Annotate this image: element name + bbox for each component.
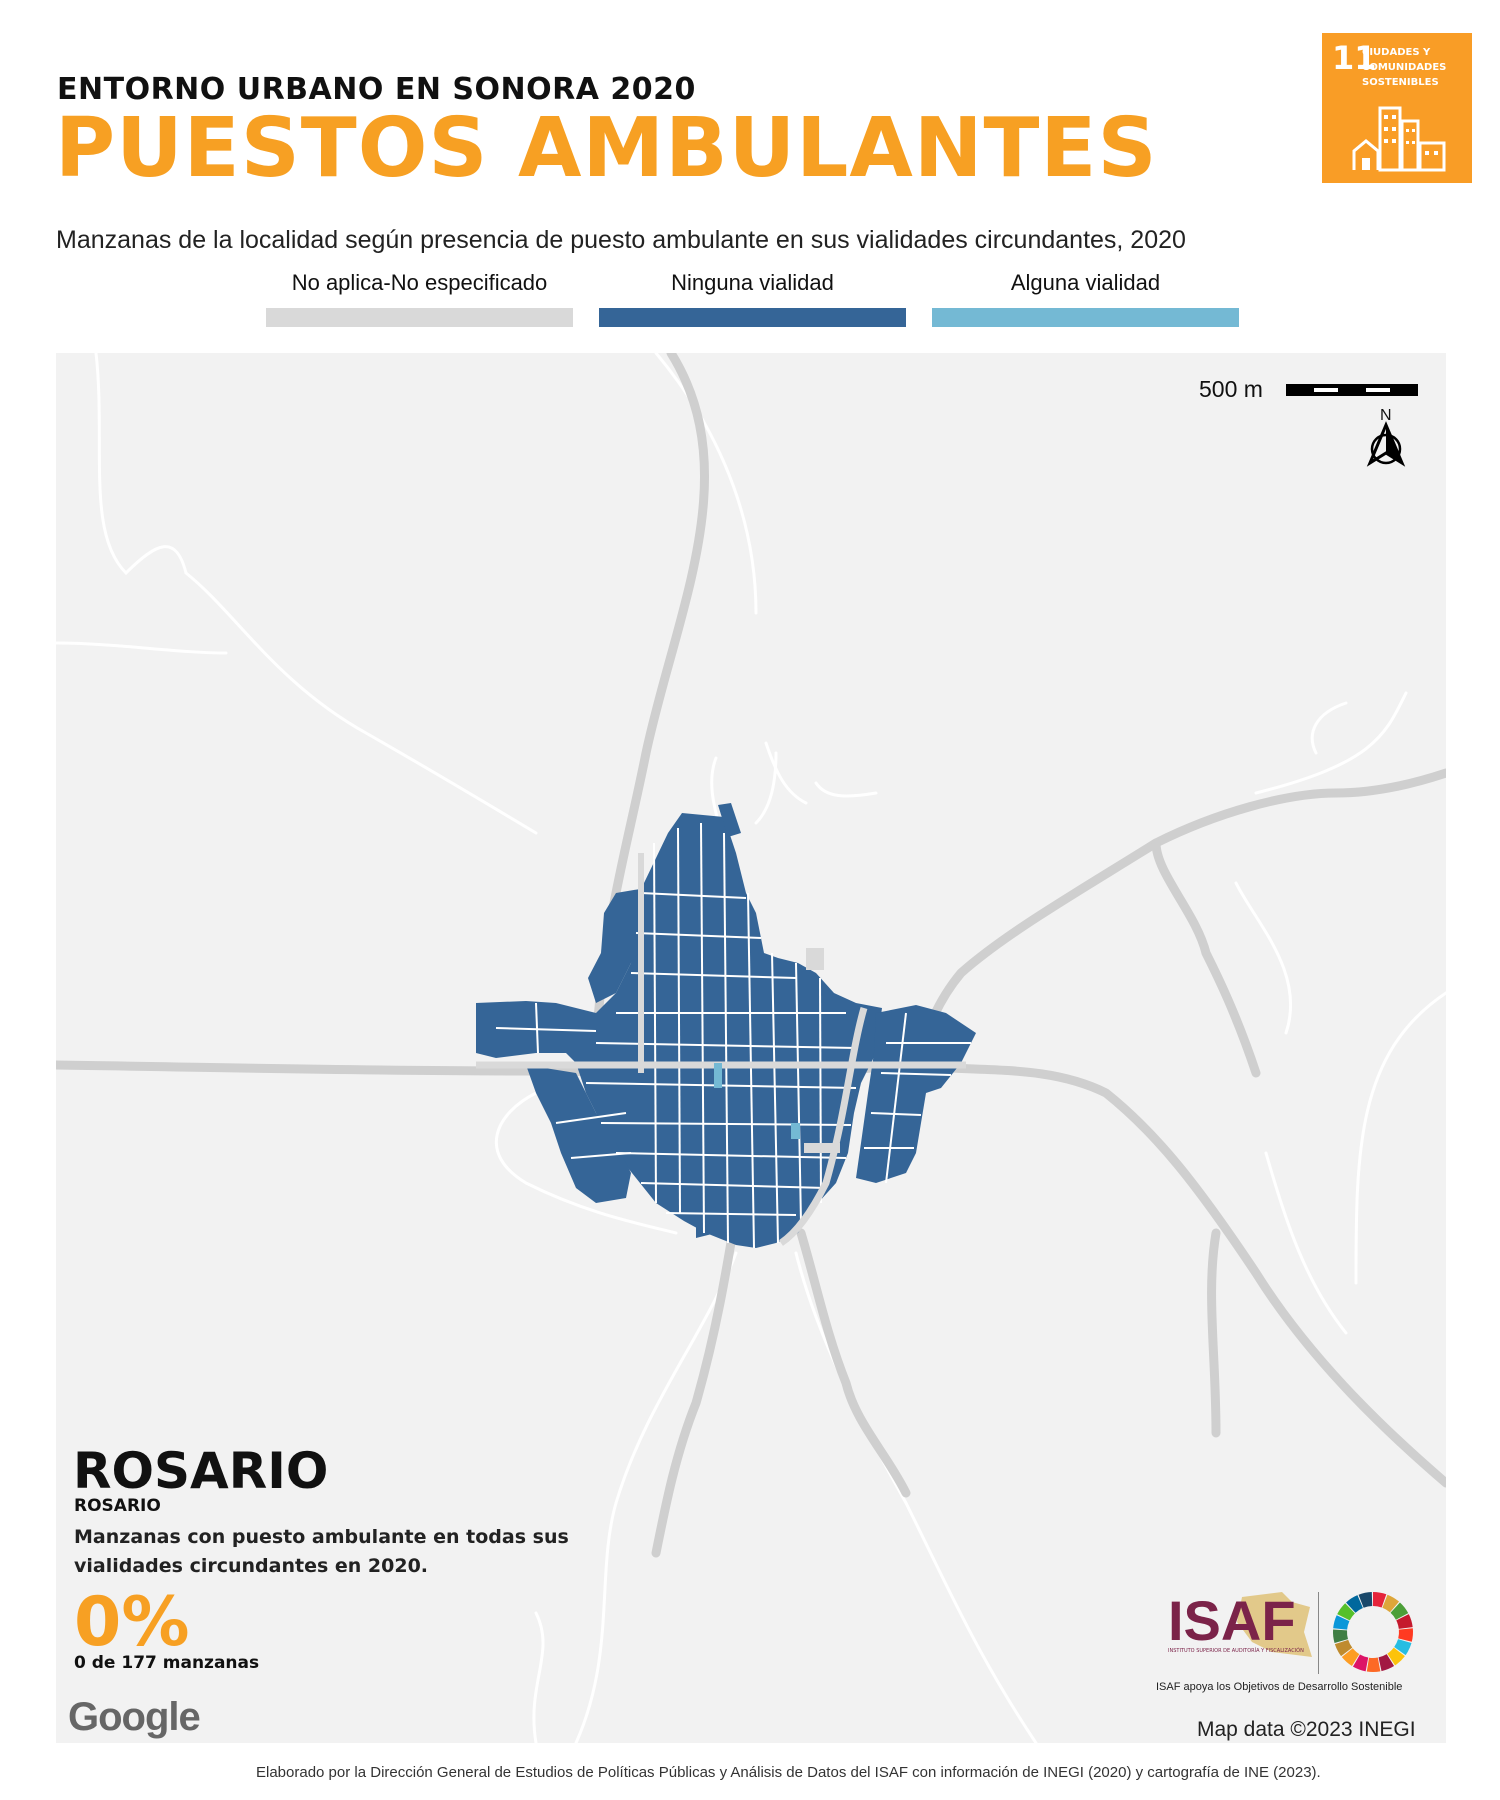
block-no-aplica bbox=[806, 948, 824, 970]
sdg-text-line: CIUDADES Y bbox=[1362, 47, 1431, 58]
block-no-aplica bbox=[804, 1143, 840, 1153]
isaf-logo-subtext: INSTITUTO SUPERIOR DE AUDITORÍA Y FISCAL… bbox=[1168, 1648, 1304, 1654]
isaf-caption: ISAF apoya los Objetivos de Desarrollo S… bbox=[1156, 1681, 1403, 1693]
legend-item-no-aplica: No aplica-No especificado bbox=[266, 270, 573, 327]
legend-swatch bbox=[599, 308, 906, 327]
blocks-south bbox=[696, 1203, 716, 1238]
sdg-text: CIUDADES Y COMUNIDADES SOSTENIBLES bbox=[1362, 45, 1462, 90]
legend-label: Alguna vialidad bbox=[1010, 270, 1161, 295]
legend-label: Ninguna vialidad bbox=[671, 270, 834, 295]
sdg-wheel-segment bbox=[1366, 1657, 1381, 1672]
isaf-logo: ISAF bbox=[1168, 1589, 1296, 1652]
map-subtitle: Manzanas de la localidad según presencia… bbox=[56, 226, 1186, 254]
urban-blocks bbox=[476, 803, 976, 1249]
stat-description: Manzanas con puesto ambulante en todas s… bbox=[74, 1526, 569, 1577]
logo-divider bbox=[1318, 1592, 1319, 1674]
scale-label: 500 m bbox=[1199, 376, 1263, 402]
page-title: PUESTOS AMBULANTES bbox=[55, 101, 1158, 196]
legend-item-alguna: Alguna vialidad bbox=[932, 270, 1239, 327]
sdg-wheel-icon bbox=[1333, 1592, 1413, 1672]
legend-item-ninguna: Ninguna vialidad bbox=[599, 270, 906, 327]
legend-swatch bbox=[932, 308, 1239, 327]
legend-label: No aplica-No especificado bbox=[291, 270, 548, 295]
municipality-title: ROSARIO bbox=[73, 1442, 329, 1500]
google-logo: Google bbox=[68, 1695, 201, 1739]
map-data-attribution: Map data ©2023 INEGI bbox=[1197, 1718, 1416, 1741]
north-label: N bbox=[1380, 407, 1392, 424]
city-buildings-icon bbox=[1352, 106, 1446, 172]
locality-name: ROSARIO bbox=[74, 1496, 161, 1516]
sdg-text-line: COMUNIDADES bbox=[1362, 62, 1447, 73]
stat-count: 0 de 177 manzanas bbox=[74, 1653, 260, 1673]
sdg-text-line: SOSTENIBLES bbox=[1362, 77, 1439, 88]
legend-swatch bbox=[266, 308, 573, 327]
north-arrow-icon bbox=[1366, 421, 1406, 467]
stat-percentage: 0% bbox=[74, 1583, 190, 1662]
scale-bar bbox=[1286, 384, 1418, 396]
sdg-11-badge: 11 CIUDADES Y COMUNIDADES SOSTENIBLES bbox=[1322, 33, 1472, 183]
footer-source: Elaborado por la Dirección General de Es… bbox=[256, 1764, 1321, 1781]
block-alguna-vialidad bbox=[791, 1123, 800, 1139]
block-alguna-vialidad bbox=[714, 1063, 722, 1088]
sdg-wheel-segment bbox=[1398, 1628, 1413, 1642]
